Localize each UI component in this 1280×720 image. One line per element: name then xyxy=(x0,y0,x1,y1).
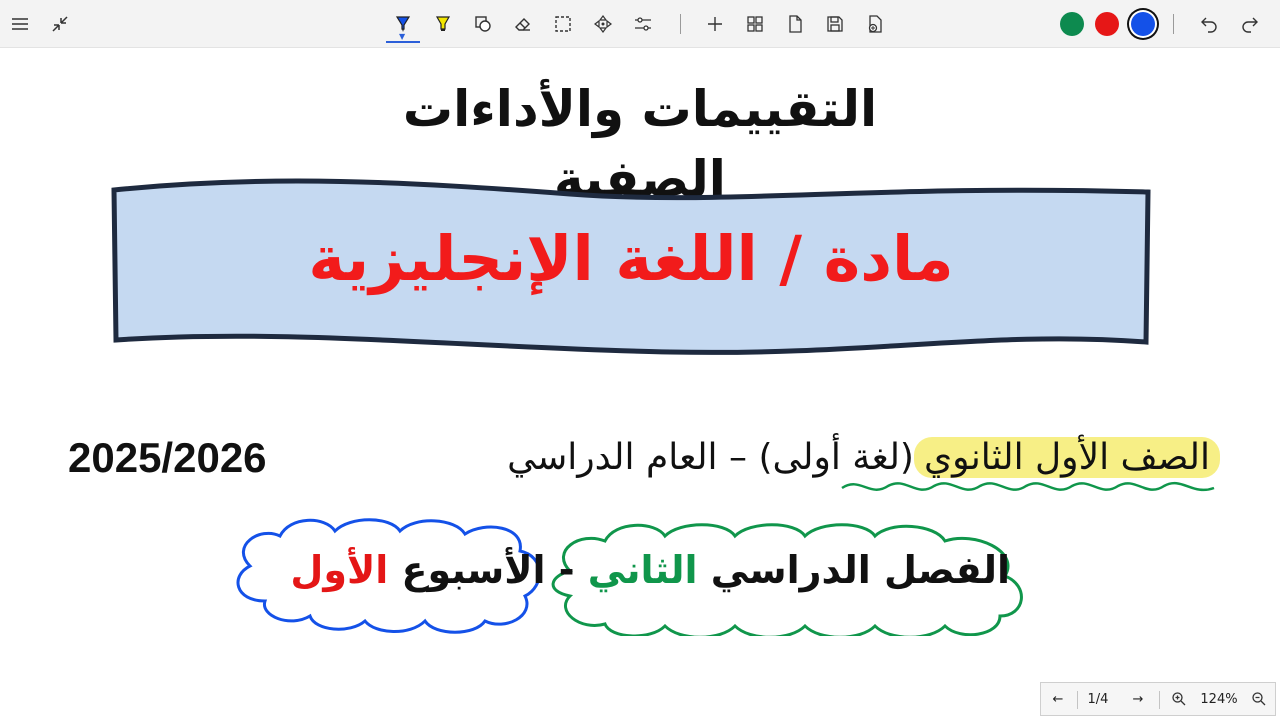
color-blue-swatch[interactable] xyxy=(1131,12,1155,36)
arrow-right-icon: → xyxy=(1132,691,1144,707)
eraser-icon[interactable] xyxy=(508,8,538,40)
prev-page-button[interactable]: ← xyxy=(1043,683,1073,715)
shape-icon[interactable] xyxy=(468,8,498,40)
arrow-left-icon: ← xyxy=(1052,691,1064,707)
toolbar: ▼ xyxy=(0,0,1280,48)
academic-year: 2025/2026 xyxy=(68,434,267,481)
term-number: الثاني xyxy=(587,548,698,592)
term-label: الفصل الدراسي xyxy=(710,548,1010,592)
term-separator: - xyxy=(558,548,575,592)
grid-icon[interactable] xyxy=(740,8,770,40)
menu-icon[interactable] xyxy=(5,8,35,40)
settings-sliders-icon[interactable] xyxy=(628,8,658,40)
grade-highlighted: الصف الأول الثانوي xyxy=(913,437,1220,478)
term-week-text: الفصل الدراسي الثاني - الأسبوع الأول xyxy=(290,540,1010,600)
zoom-level: 124% xyxy=(1200,691,1238,707)
page-indicator: 1/4 xyxy=(1087,691,1109,707)
chevron-down-icon[interactable]: ▼ xyxy=(399,32,405,41)
redo-icon[interactable] xyxy=(1234,8,1264,40)
next-page-button[interactable]: → xyxy=(1123,683,1153,715)
page-navigator: ← 1/4 → 124% xyxy=(1040,682,1276,716)
highlighter-icon[interactable] xyxy=(428,8,458,40)
subject-title: مادة / اللغة الإنجليزية xyxy=(308,222,954,295)
color-red-swatch[interactable] xyxy=(1095,12,1119,36)
move-icon[interactable] xyxy=(588,8,618,40)
undo-icon[interactable] xyxy=(1195,8,1225,40)
term-week-line: الفصل الدراسي الثاني - الأسبوع الأول xyxy=(230,516,1030,636)
color-green-swatch[interactable] xyxy=(1060,12,1084,36)
navigator-divider xyxy=(1077,691,1078,709)
document-page: التقييمات والأداءات الصفية مادة / اللغة … xyxy=(0,48,1280,720)
collapse-icon[interactable] xyxy=(45,8,75,40)
zoom-in-button[interactable] xyxy=(1165,683,1193,715)
zoom-in-icon xyxy=(1172,692,1186,706)
week-number: الأول xyxy=(290,548,389,592)
toolbar-divider xyxy=(680,14,681,34)
active-tool-indicator xyxy=(386,41,420,43)
navigator-divider xyxy=(1159,691,1160,709)
save-as-icon[interactable] xyxy=(860,8,890,40)
grade-rest: (لغة أولى) – العام الدراسي xyxy=(507,437,914,478)
week-label: الأسبوع xyxy=(401,548,546,592)
lasso-select-icon[interactable] xyxy=(548,8,578,40)
zoom-out-icon xyxy=(1252,692,1266,706)
zoom-out-button[interactable] xyxy=(1245,683,1273,715)
page-icon[interactable] xyxy=(780,8,810,40)
green-squiggle-underline xyxy=(841,481,1215,492)
add-icon[interactable] xyxy=(700,8,730,40)
grade-year-line: 2025/2026 الصف الأول الثانوي(لغة أولى) –… xyxy=(60,430,1220,492)
save-icon[interactable] xyxy=(820,8,850,40)
toolbar-divider xyxy=(1173,14,1174,34)
